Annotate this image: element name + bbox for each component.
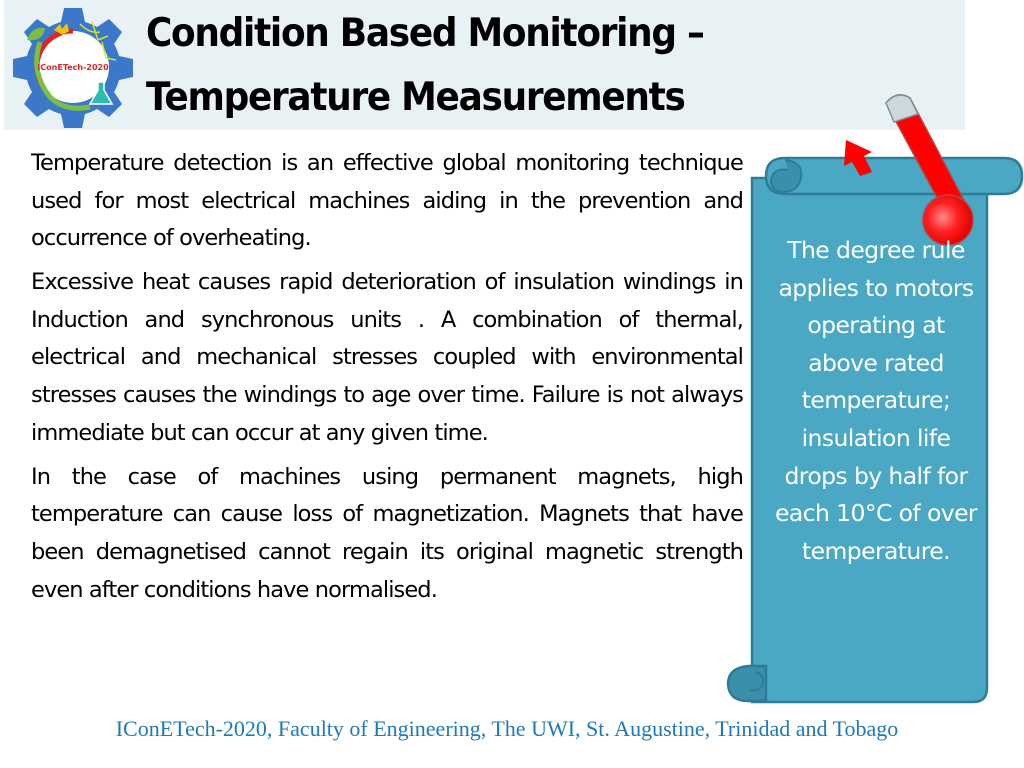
footer-text: IConETech-2020, Faculty of Engineering, … <box>115 716 899 741</box>
callout-text: The degree rule applies to motors operat… <box>774 236 978 565</box>
footer: IConETech-2020, Faculty of Engineering, … <box>0 716 1024 742</box>
